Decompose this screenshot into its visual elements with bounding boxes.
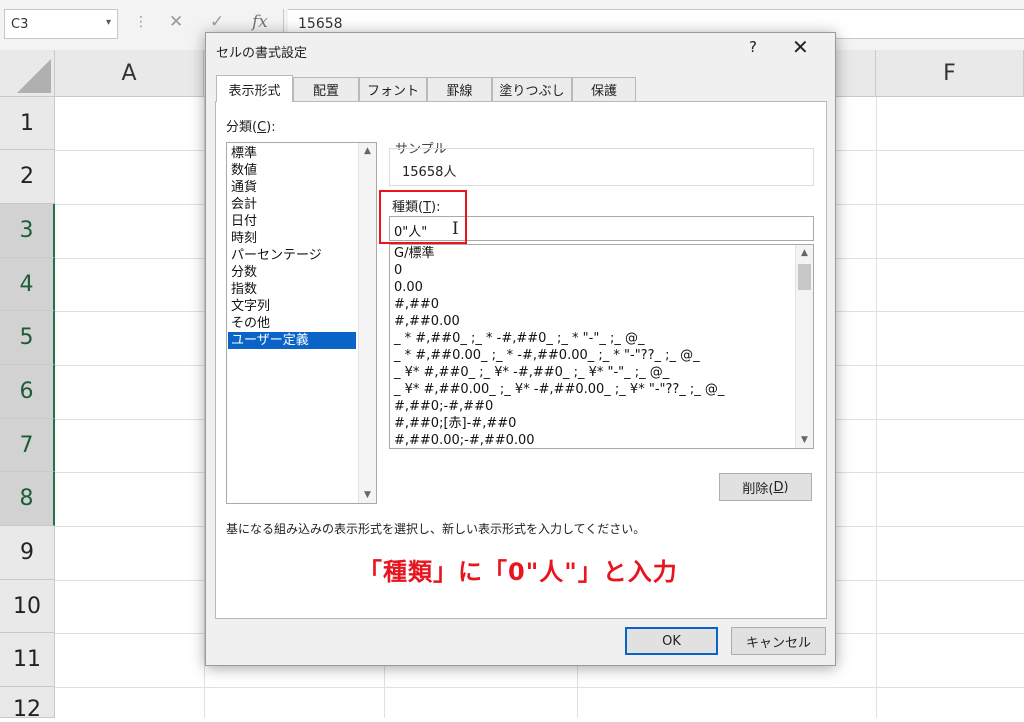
category-item[interactable]: 指数: [228, 281, 356, 298]
scroll-up-icon[interactable]: ▲: [796, 245, 813, 261]
format-item[interactable]: _ ¥* #,##0_ ;_ ¥* -#,##0_ ;_ ¥* "-"_ ;_ …: [394, 364, 669, 381]
row-header-1[interactable]: 1: [0, 97, 55, 150]
description-text: 基になる組み込みの表示形式を選択し、新しい表示形式を入力してください。: [226, 522, 646, 536]
ok-button[interactable]: OK: [625, 627, 718, 655]
column-header-e[interactable]: [836, 50, 876, 97]
row-header-5[interactable]: 5: [0, 311, 55, 365]
category-list[interactable]: 標準 数値 通貨 会計 日付 時刻 パーセンテージ 分数 指数 文字列 その他 …: [226, 142, 377, 504]
cancel-button[interactable]: キャンセル: [731, 627, 826, 655]
category-item[interactable]: その他: [228, 315, 356, 332]
row-header-8[interactable]: 8: [0, 472, 55, 526]
category-label: 分類(C):: [226, 120, 276, 135]
annotation-caption: 「種類」に「0"人"」と入力: [358, 558, 678, 586]
category-item[interactable]: 会計: [228, 196, 356, 213]
format-item[interactable]: #,##0: [394, 296, 439, 313]
close-icon[interactable]: ✕: [792, 35, 809, 59]
highlight-box: [379, 190, 467, 244]
format-item[interactable]: G/標準: [394, 245, 434, 262]
format-scrollbar[interactable]: ▲ ▼: [795, 245, 813, 448]
category-item[interactable]: 日付: [228, 213, 356, 230]
number-format-panel: 分類(C): 標準 数値 通貨 会計 日付 時刻 パーセンテージ 分数 指数 文…: [215, 101, 827, 619]
row-header-7[interactable]: 7: [0, 419, 55, 472]
row-header-2[interactable]: 2: [0, 150, 55, 204]
row-header-3[interactable]: 3: [0, 204, 55, 258]
format-item[interactable]: 0.00: [394, 279, 423, 296]
row-header-10[interactable]: 10: [0, 580, 55, 633]
row-header-11[interactable]: 11: [0, 633, 55, 687]
drag-handle-icon[interactable]: ⋮: [134, 14, 148, 30]
format-item[interactable]: #,##0.00: [394, 313, 460, 330]
column-header-a[interactable]: A: [55, 50, 204, 97]
format-cells-dialog: セルの書式設定 ? ✕ 表示形式 配置 フォント 罫線 塗りつぶし 保護 分類(…: [205, 32, 836, 666]
format-list[interactable]: G/標準 0 0.00 #,##0 #,##0.00 _ * #,##0_ ;_…: [389, 244, 814, 449]
category-scrollbar[interactable]: ▲ ▼: [358, 143, 376, 503]
cancel-icon[interactable]: ✕: [169, 12, 183, 32]
sample-value: 15658人: [402, 165, 457, 180]
format-item[interactable]: _ * #,##0.00_ ;_ * -#,##0.00_ ;_ * "-"??…: [394, 347, 700, 364]
category-item[interactable]: パーセンテージ: [228, 247, 356, 264]
gridline: [55, 687, 1024, 688]
scroll-down-icon[interactable]: ▼: [796, 432, 813, 448]
name-box-value: C3: [11, 17, 29, 32]
format-item[interactable]: #,##0;-#,##0: [394, 398, 493, 415]
format-item[interactable]: #,##0.00;-#,##0.00: [394, 432, 535, 448]
help-icon[interactable]: ?: [749, 38, 757, 56]
name-box[interactable]: C3 ▾: [4, 9, 118, 39]
tab-fill[interactable]: 塗りつぶし: [492, 77, 572, 101]
row-header-12[interactable]: 12: [0, 687, 55, 722]
category-item[interactable]: 分数: [228, 264, 356, 281]
formula-value: 15658: [298, 16, 343, 32]
select-all-triangle-icon: [17, 59, 51, 93]
category-item[interactable]: 通貨: [228, 179, 356, 196]
tab-alignment[interactable]: 配置: [293, 77, 359, 101]
dialog-title: セルの書式設定: [216, 46, 308, 61]
row-header-9[interactable]: 9: [0, 526, 55, 580]
scroll-up-icon[interactable]: ▲: [359, 143, 376, 159]
scroll-down-icon[interactable]: ▼: [359, 487, 376, 503]
category-item[interactable]: 標準: [228, 145, 356, 162]
format-item[interactable]: _ * #,##0_ ;_ * -#,##0_ ;_ * "-"_ ;_ @_: [394, 330, 644, 347]
select-all-corner[interactable]: [0, 50, 55, 97]
tab-protection[interactable]: 保護: [572, 77, 636, 101]
row-header-6[interactable]: 6: [0, 365, 55, 419]
column-header-f[interactable]: F: [876, 50, 1024, 97]
category-item[interactable]: 数値: [228, 162, 356, 179]
gridline: [876, 97, 877, 718]
row-header-4[interactable]: 4: [0, 258, 55, 311]
check-icon[interactable]: ✓: [210, 12, 224, 32]
format-item[interactable]: #,##0;[赤]-#,##0: [394, 415, 516, 432]
insert-function-icon[interactable]: fx: [252, 12, 268, 32]
sample-box: 15658人: [389, 148, 814, 186]
category-item[interactable]: 文字列: [228, 298, 356, 315]
tab-border[interactable]: 罫線: [427, 77, 492, 101]
delete-button[interactable]: 削除(D): [719, 473, 812, 501]
format-item[interactable]: 0: [394, 262, 402, 279]
category-item[interactable]: 時刻: [228, 230, 356, 247]
tab-font[interactable]: フォント: [359, 77, 427, 101]
format-item[interactable]: _ ¥* #,##0.00_ ;_ ¥* -#,##0.00_ ;_ ¥* "-…: [394, 381, 724, 398]
tab-number-format[interactable]: 表示形式: [216, 75, 293, 102]
category-item-custom[interactable]: ユーザー定義: [228, 332, 356, 349]
scroll-thumb[interactable]: [798, 264, 811, 290]
chevron-down-icon[interactable]: ▾: [106, 17, 111, 28]
